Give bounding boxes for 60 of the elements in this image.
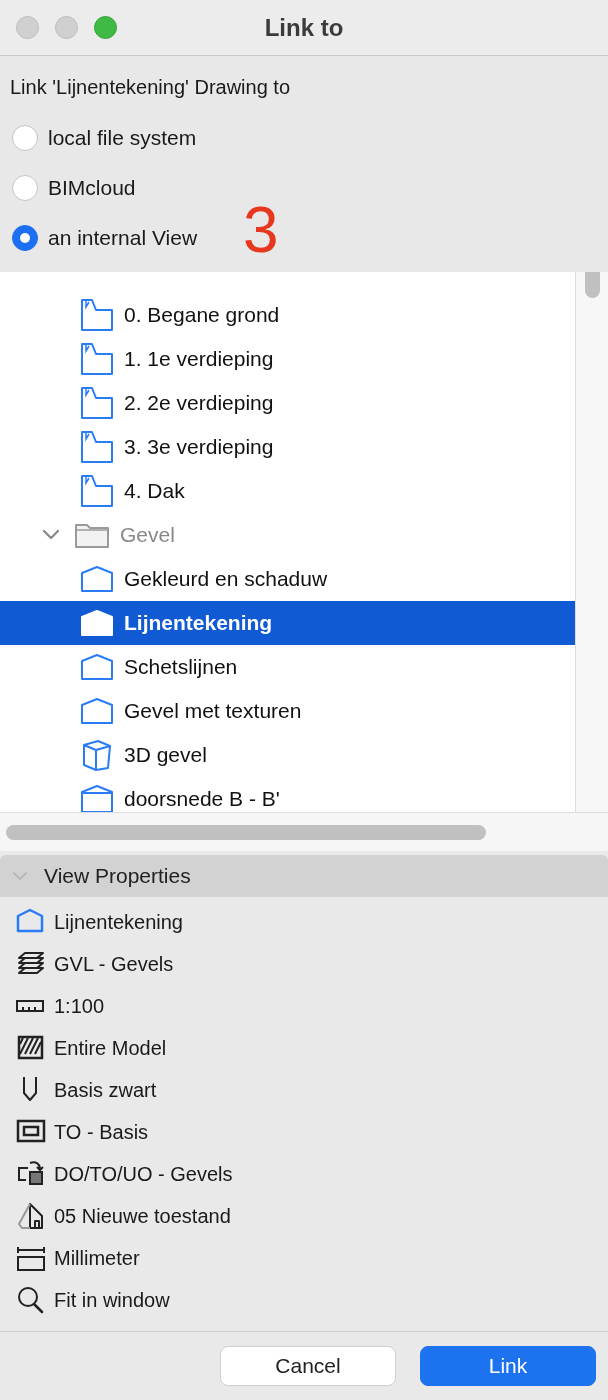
house-outline-icon xyxy=(80,565,114,593)
radio-button[interactable] xyxy=(12,225,38,251)
property-label: Millimeter xyxy=(54,1246,140,1270)
tree-item[interactable]: Gekleurd en schaduw xyxy=(0,557,575,601)
dimension-icon xyxy=(16,1244,46,1272)
tree-item[interactable]: 0. Begane grond xyxy=(0,293,575,337)
search-icon xyxy=(16,1286,46,1314)
tree-item[interactable]: doorsnede B - B' xyxy=(0,777,575,812)
property-label: Fit in window xyxy=(54,1288,170,1312)
house-outline-icon xyxy=(80,653,114,681)
folder-icon xyxy=(74,521,110,549)
property-label: DO/TO/UO - Gevels xyxy=(54,1162,233,1186)
floor-plan-icon xyxy=(80,342,114,376)
floor-plan-icon xyxy=(80,386,114,420)
cancel-button[interactable]: Cancel xyxy=(220,1346,396,1386)
tree-item[interactable]: 3D gevel xyxy=(0,733,575,777)
floor-plan-icon xyxy=(80,474,114,508)
chevron-down-icon xyxy=(12,871,28,881)
tree-item[interactable]: Lijnentekening xyxy=(0,601,575,645)
radio-button[interactable] xyxy=(12,125,38,151)
radio-button[interactable] xyxy=(12,175,38,201)
property-label: Basis zwart xyxy=(54,1078,157,1102)
tree-item[interactable]: 3. 3e verdieping xyxy=(0,425,575,469)
horizontal-scrollbar-thumb[interactable] xyxy=(6,824,486,840)
tree-item[interactable]: 4. Dak xyxy=(0,469,575,513)
annotation-number: 3 xyxy=(243,198,279,262)
floor-plan-icon xyxy=(80,298,114,332)
property-label: Entire Model xyxy=(54,1036,167,1060)
house-outline-icon xyxy=(80,609,114,637)
floor-plan-icon xyxy=(80,430,114,464)
close-button[interactable] xyxy=(16,16,39,39)
ruler-icon xyxy=(16,1000,46,1012)
tree-item[interactable]: 1. 1e verdieping xyxy=(0,337,575,381)
scrollbar-thumb[interactable] xyxy=(585,272,600,298)
property-label: 05 Nieuwe toestand xyxy=(54,1204,231,1228)
radio-label[interactable]: BIMcloud xyxy=(48,176,136,200)
property-label: Lijnentekening xyxy=(54,910,183,934)
override-swap-icon xyxy=(16,1160,46,1188)
section-header[interactable]: View Properties xyxy=(0,855,608,897)
folder-row[interactable]: Gevel xyxy=(0,513,575,557)
zoom-button[interactable] xyxy=(94,16,117,39)
vertical-scrollbar[interactable] xyxy=(575,272,608,812)
property-label: 1:100 xyxy=(54,994,105,1018)
property-label: GVL - Gevels xyxy=(54,952,174,976)
cube-icon xyxy=(80,738,114,772)
link-button[interactable]: Link xyxy=(420,1346,596,1386)
tree-item[interactable]: 2. 2e verdieping xyxy=(0,381,575,425)
prompt-text: Link 'Lijnentekening' Drawing to xyxy=(10,76,292,99)
radio-label[interactable]: an internal View xyxy=(48,226,198,250)
tree-item[interactable]: Gevel met texturen xyxy=(0,689,575,733)
section-house-icon xyxy=(80,784,114,812)
house-outline-icon xyxy=(80,697,114,725)
window-title: Link to xyxy=(264,13,344,42)
minimize-button[interactable] xyxy=(55,16,78,39)
hatched-square-icon xyxy=(16,1034,46,1062)
radio-label[interactable]: local file system xyxy=(48,126,197,150)
house-half-icon xyxy=(16,1202,46,1230)
chevron-down-icon xyxy=(42,529,60,541)
tree-item[interactable]: Schetslijnen xyxy=(0,645,575,689)
property-label: TO - Basis xyxy=(54,1120,149,1144)
